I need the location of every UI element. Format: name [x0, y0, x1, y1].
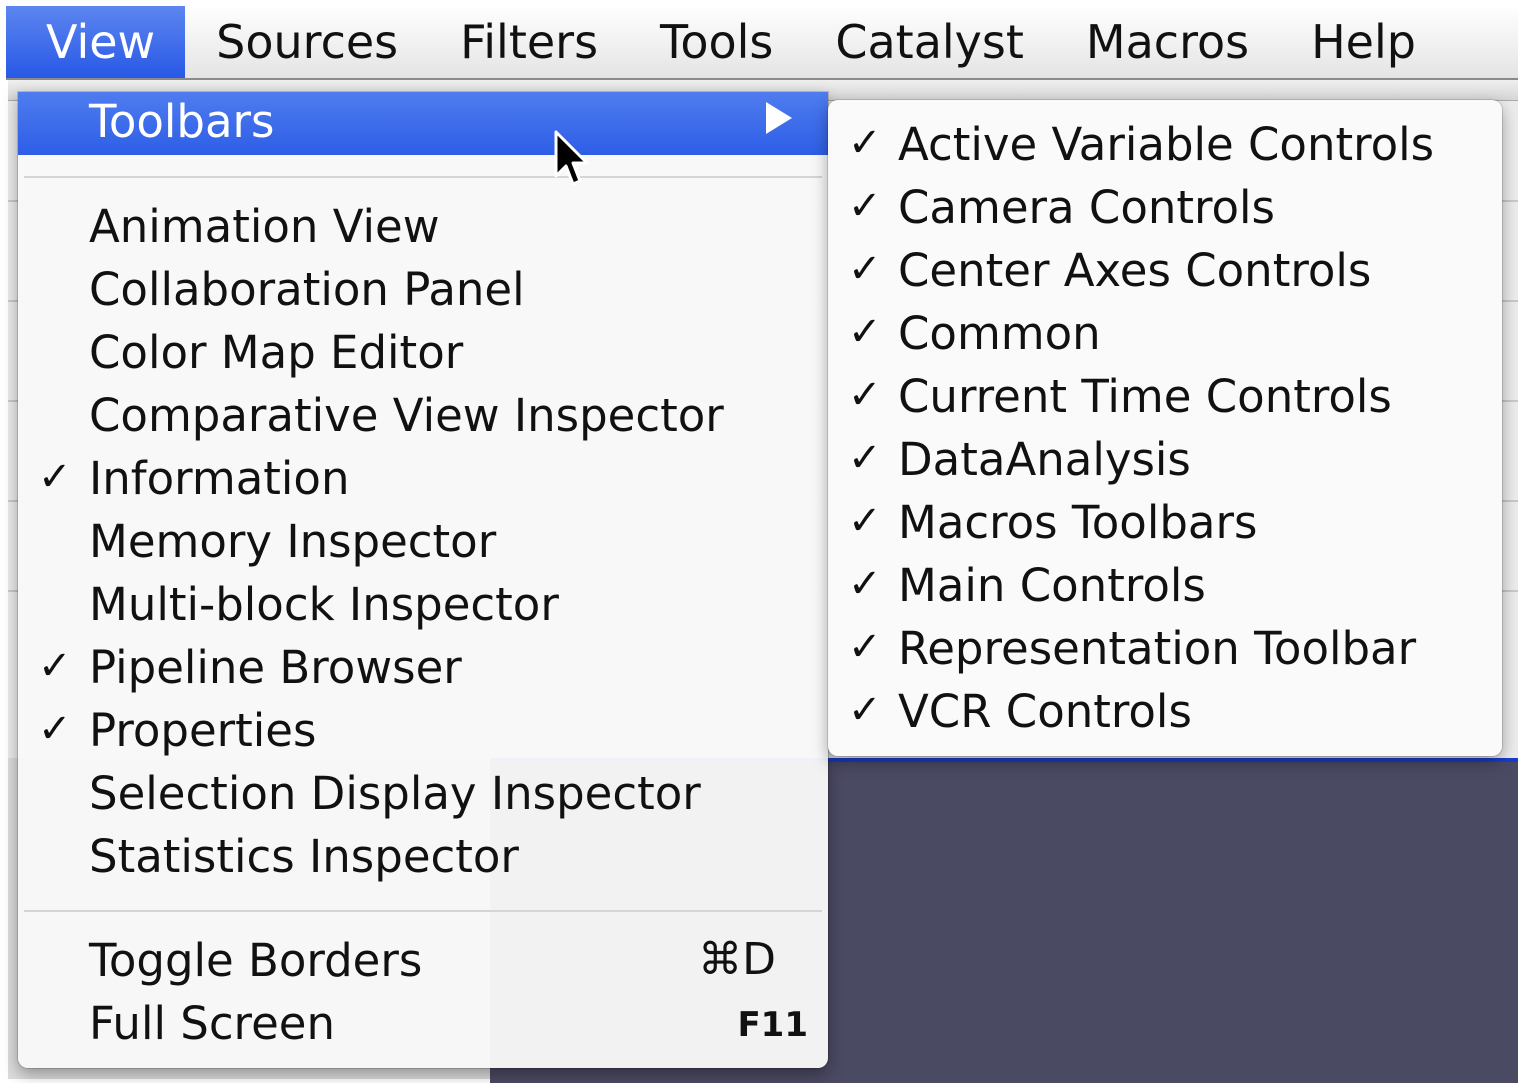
menu-item-label: Animation View	[89, 200, 440, 253]
menu-item-toolbars[interactable]: Toolbars	[18, 92, 828, 155]
menu-item-label: Comparative View Inspector	[89, 389, 724, 442]
menu-item-statistics-inspector[interactable]: Statistics Inspector	[18, 824, 828, 887]
shortcut-label: ⌘D	[698, 934, 776, 985]
checkmark-icon: ✓	[38, 454, 72, 500]
menu-item-properties[interactable]: ✓ Properties	[18, 698, 828, 761]
checkmark-icon: ✓	[38, 706, 72, 752]
chevron-right-icon	[766, 102, 792, 134]
submenu-item-main-controls[interactable]: ✓ Main Controls	[828, 553, 1502, 616]
submenu-item-center-axes-controls[interactable]: ✓ Center Axes Controls	[828, 238, 1502, 301]
menu-macros[interactable]: Macros	[1055, 6, 1280, 78]
submenu-item-label: Common	[898, 307, 1101, 360]
checkmark-icon: ✓	[38, 643, 72, 689]
menu-item-label: Selection Display Inspector	[89, 767, 701, 820]
menu-item-label: Properties	[89, 704, 317, 757]
checkmark-icon: ✓	[848, 435, 882, 481]
menu-item-collaboration-panel[interactable]: Collaboration Panel	[18, 257, 828, 320]
menu-item-label: Information	[89, 452, 350, 505]
checkmark-icon: ✓	[848, 120, 882, 166]
submenu-item-label: Center Axes Controls	[898, 244, 1372, 297]
checkmark-icon: ✓	[848, 498, 882, 544]
submenu-item-label: Macros Toolbars	[898, 496, 1258, 549]
menu-item-pipeline-browser[interactable]: ✓ Pipeline Browser	[18, 635, 828, 698]
checkmark-icon: ✓	[848, 687, 882, 733]
view-menu-dropdown: Toolbars Animation View Collaboration Pa…	[18, 92, 828, 1068]
menu-item-label: Full Screen	[89, 997, 335, 1050]
menu-item-label: Multi-block Inspector	[89, 578, 559, 631]
menu-separator	[24, 910, 822, 912]
checkmark-icon: ✓	[848, 624, 882, 670]
submenu-item-label: Camera Controls	[898, 181, 1276, 234]
menu-item-full-screen[interactable]: Full Screen F11	[18, 991, 828, 1054]
menu-item-toggle-borders[interactable]: Toggle Borders ⌘D	[18, 928, 828, 991]
submenu-item-label: Active Variable Controls	[898, 118, 1435, 171]
submenu-item-label: DataAnalysis	[898, 433, 1191, 486]
checkmark-icon: ✓	[848, 309, 882, 355]
menu-item-label: Pipeline Browser	[89, 641, 462, 694]
menu-item-comparative-view-inspector[interactable]: Comparative View Inspector	[18, 383, 828, 446]
menu-catalyst[interactable]: Catalyst	[804, 6, 1055, 78]
submenu-item-camera-controls[interactable]: ✓ Camera Controls	[828, 175, 1502, 238]
menu-item-selection-display-inspector[interactable]: Selection Display Inspector	[18, 761, 828, 824]
submenu-item-representation-toolbar[interactable]: ✓ Representation Toolbar	[828, 616, 1502, 679]
menu-item-information[interactable]: ✓ Information	[18, 446, 828, 509]
checkmark-icon: ✓	[848, 372, 882, 418]
menu-tools[interactable]: Tools	[629, 6, 804, 78]
menu-bar: View Sources Filters Tools Catalyst Macr…	[6, 6, 1518, 80]
submenu-item-dataanalysis[interactable]: ✓ DataAnalysis	[828, 427, 1502, 490]
checkmark-icon: ✓	[848, 183, 882, 229]
submenu-item-label: VCR Controls	[898, 685, 1192, 738]
submenu-item-label: Main Controls	[898, 559, 1206, 612]
menu-item-label: Toggle Borders	[89, 934, 423, 987]
menu-item-label: Collaboration Panel	[89, 263, 525, 316]
shortcut-label: F11	[737, 1005, 808, 1045]
menu-item-multi-block-inspector[interactable]: Multi-block Inspector	[18, 572, 828, 635]
menu-item-label: Statistics Inspector	[89, 830, 519, 883]
submenu-item-current-time-controls[interactable]: ✓ Current Time Controls	[828, 364, 1502, 427]
menu-view[interactable]: View	[6, 6, 186, 78]
submenu-item-label: Representation Toolbar	[898, 622, 1417, 675]
toolbars-submenu: ✓ Active Variable Controls ✓ Camera Cont…	[828, 100, 1502, 756]
menu-sources[interactable]: Sources	[185, 6, 429, 78]
submenu-item-active-variable-controls[interactable]: ✓ Active Variable Controls	[828, 112, 1502, 175]
menu-filters[interactable]: Filters	[429, 6, 629, 78]
checkmark-icon: ✓	[848, 246, 882, 292]
menu-item-label: Toolbars	[89, 95, 275, 148]
submenu-item-common[interactable]: ✓ Common	[828, 301, 1502, 364]
submenu-item-vcr-controls[interactable]: ✓ VCR Controls	[828, 679, 1502, 742]
menu-separator	[24, 176, 822, 178]
menu-item-animation-view[interactable]: Animation View	[18, 194, 828, 257]
mouse-pointer-icon	[554, 130, 589, 186]
submenu-item-label: Current Time Controls	[898, 370, 1392, 423]
menu-item-label: Color Map Editor	[89, 326, 464, 379]
menu-item-memory-inspector[interactable]: Memory Inspector	[18, 509, 828, 572]
submenu-item-macros-toolbars[interactable]: ✓ Macros Toolbars	[828, 490, 1502, 553]
menu-item-color-map-editor[interactable]: Color Map Editor	[18, 320, 828, 383]
menu-item-label: Memory Inspector	[89, 515, 497, 568]
checkmark-icon: ✓	[848, 561, 882, 607]
menu-help[interactable]: Help	[1280, 6, 1447, 78]
